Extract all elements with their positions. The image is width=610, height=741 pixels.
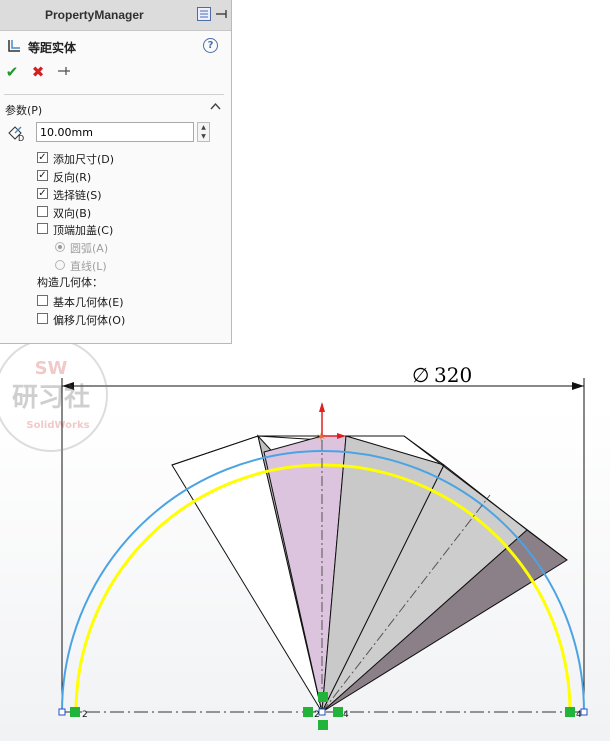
checkbox-offset-geometry[interactable] [37,313,48,324]
point-label: 2 [314,710,320,720]
property-manager-panel: PropertyManager 等距实体 ? ✔ ✖ 参数(P) D ▲ ▼ [0,0,232,344]
point-label: 2 [82,710,88,720]
checkbox-bidirectional[interactable] [37,206,48,217]
svg-text:D: D [18,134,24,142]
radio-option-line[interactable]: 直线(L) [37,257,217,273]
offset-distance-icon: D [7,124,27,143]
panel-title: PropertyManager [45,8,144,22]
point-label: 4 [343,710,349,720]
option-label: 选择链(S) [53,189,102,202]
radio-arc[interactable] [55,242,65,252]
group-title: 参数(P) [5,104,43,117]
radio-label: 圆弧(A) [70,242,109,255]
option-label: 反向(R) [53,171,92,184]
construction-geometry-title: 构造几何体： [37,276,103,289]
option-label: 偏移几何体(O) [53,314,126,327]
offset-entities-icon [6,38,22,57]
parameters-group-header[interactable]: 参数(P) [5,101,223,117]
cancel-x-icon[interactable]: ✖ [30,64,46,80]
option-label: 顶端加盖(C) [53,224,114,237]
option-reverse[interactable]: ✓ 反向(R) [37,168,217,184]
spin-down-icon[interactable]: ▼ [198,132,209,141]
expand-panel-icon[interactable] [197,7,211,24]
spin-up-icon[interactable]: ▲ [198,123,209,132]
option-bidirectional[interactable]: 双向(B) [37,204,217,220]
checkbox-reverse[interactable]: ✓ [37,170,48,181]
watermark-logo: SW 研习社 SolidWorks [0,338,108,452]
option-label: 基本几何体(E) [53,296,124,309]
endpoint-markers[interactable]: 2 2 4 4 [58,692,588,730]
radio-option-arc[interactable]: 圆弧(A) [37,239,217,255]
collapse-chevron-icon[interactable] [210,102,221,113]
radio-line[interactable] [55,260,65,270]
option-select-chain[interactable]: ✓ 选择链(S) [37,186,217,202]
point-label: 4 [576,710,582,720]
pin-icon[interactable] [214,7,228,24]
keep-visible-pin-icon[interactable] [56,64,72,80]
option-offset-geometry[interactable]: 偏移几何体(O) [37,311,217,327]
blade-faces[interactable] [171,434,568,713]
feature-title: 等距实体 [28,41,77,55]
feature-title-row: 等距实体 ? [6,38,226,56]
action-buttons: ✔ ✖ [4,64,124,82]
dimension-value: 320 [434,363,472,387]
checkbox-add-dimensions[interactable]: ✓ [37,152,48,163]
checkbox-cap-ends[interactable] [37,223,48,234]
option-cap-ends[interactable]: 顶端加盖(C) [37,221,217,237]
option-base-geometry[interactable]: 基本几何体(E) [37,293,217,309]
checkbox-base-geometry[interactable] [37,295,48,306]
watermark-line3: SolidWorks [26,420,89,431]
option-label: 双向(B) [53,207,92,220]
distance-spinner[interactable]: ▲ ▼ [197,122,210,142]
option-label: 添加尺寸(D) [53,153,115,166]
offset-distance-input[interactable] [36,122,194,142]
svg-text:✶: ✶ [316,430,326,444]
option-add-dimensions[interactable]: ✓ 添加尺寸(D) [37,150,217,166]
panel-header: PropertyManager [0,0,231,31]
ok-check-icon[interactable]: ✔ [4,64,20,80]
divider [4,94,224,95]
checkbox-select-chain[interactable]: ✓ [37,188,48,199]
watermark-line2: 研习社 [12,382,90,413]
watermark-line1: SW [35,358,68,379]
help-button[interactable]: ? [203,38,218,53]
diameter-symbol: ∅ [412,363,429,387]
radio-label: 直线(L) [70,260,107,273]
